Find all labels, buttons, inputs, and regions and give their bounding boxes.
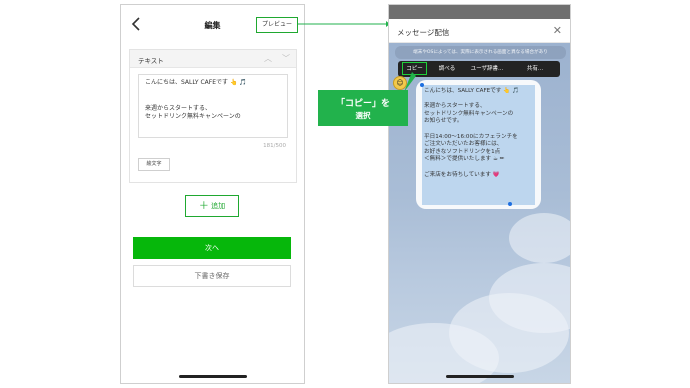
menu-item-user-dictionary[interactable]: ユーザ辞書... xyxy=(464,61,510,77)
coffee-emoji-icon: ☕ xyxy=(492,156,498,163)
heart-emoji-icon: 💗 xyxy=(492,171,500,178)
instruction-callout: 「コピー」を 選択 xyxy=(318,90,408,126)
message-line: ＜無料＞で提供いたします ☕ ✏ xyxy=(424,156,505,163)
selection-end-handle[interactable] xyxy=(508,202,512,206)
message-line: 来週からスタートする、 xyxy=(424,103,486,110)
status-bar xyxy=(389,5,570,19)
close-icon[interactable]: ✕ xyxy=(553,24,562,37)
preview-header: メッセージ配信 ✕ xyxy=(389,19,570,43)
context-menu: コピー 調べる ユーザ辞書... 共有... xyxy=(398,61,560,77)
connector-arrow xyxy=(298,21,390,27)
message-line: お知らせです。 xyxy=(424,118,463,125)
callout-line-2: 選択 xyxy=(355,111,371,120)
account-avatar: ☺ xyxy=(393,76,407,90)
preview-screen-phone: メッセージ配信 ✕ 端末やOSによっては、実際に表示される画面と異なる場合があり… xyxy=(388,4,571,384)
menu-item-copy[interactable]: コピー xyxy=(402,61,427,77)
message-line: こんにちは、SALLY CAFEです 👆 🎵 xyxy=(424,88,519,94)
pen-emoji-icon: ✏ xyxy=(499,156,505,163)
selection-start-handle[interactable] xyxy=(420,83,424,87)
menu-item-share[interactable]: 共有... xyxy=(520,61,550,77)
message-text: こんにちは、SALLY CAFEです 👆 🎵 来週からスタートする、 セットドリ… xyxy=(424,88,534,179)
callout-line-1: 「コピー」を xyxy=(335,99,390,109)
hand-emoji-icon: 👆 xyxy=(503,88,511,94)
message-line: ご注文いただいたお客様には、 xyxy=(424,141,503,148)
home-indicator xyxy=(445,375,514,378)
message-line: ご来店をお待ちしています 💗 xyxy=(424,171,500,178)
preview-title: メッセージ配信 xyxy=(397,28,450,37)
device-notice: 端末やOSによっては、実際に表示される画面と異なる場合があり xyxy=(395,46,566,59)
menu-item-lookup[interactable]: 調べる xyxy=(434,61,460,77)
music-emoji-icon: 🎵 xyxy=(511,88,519,94)
